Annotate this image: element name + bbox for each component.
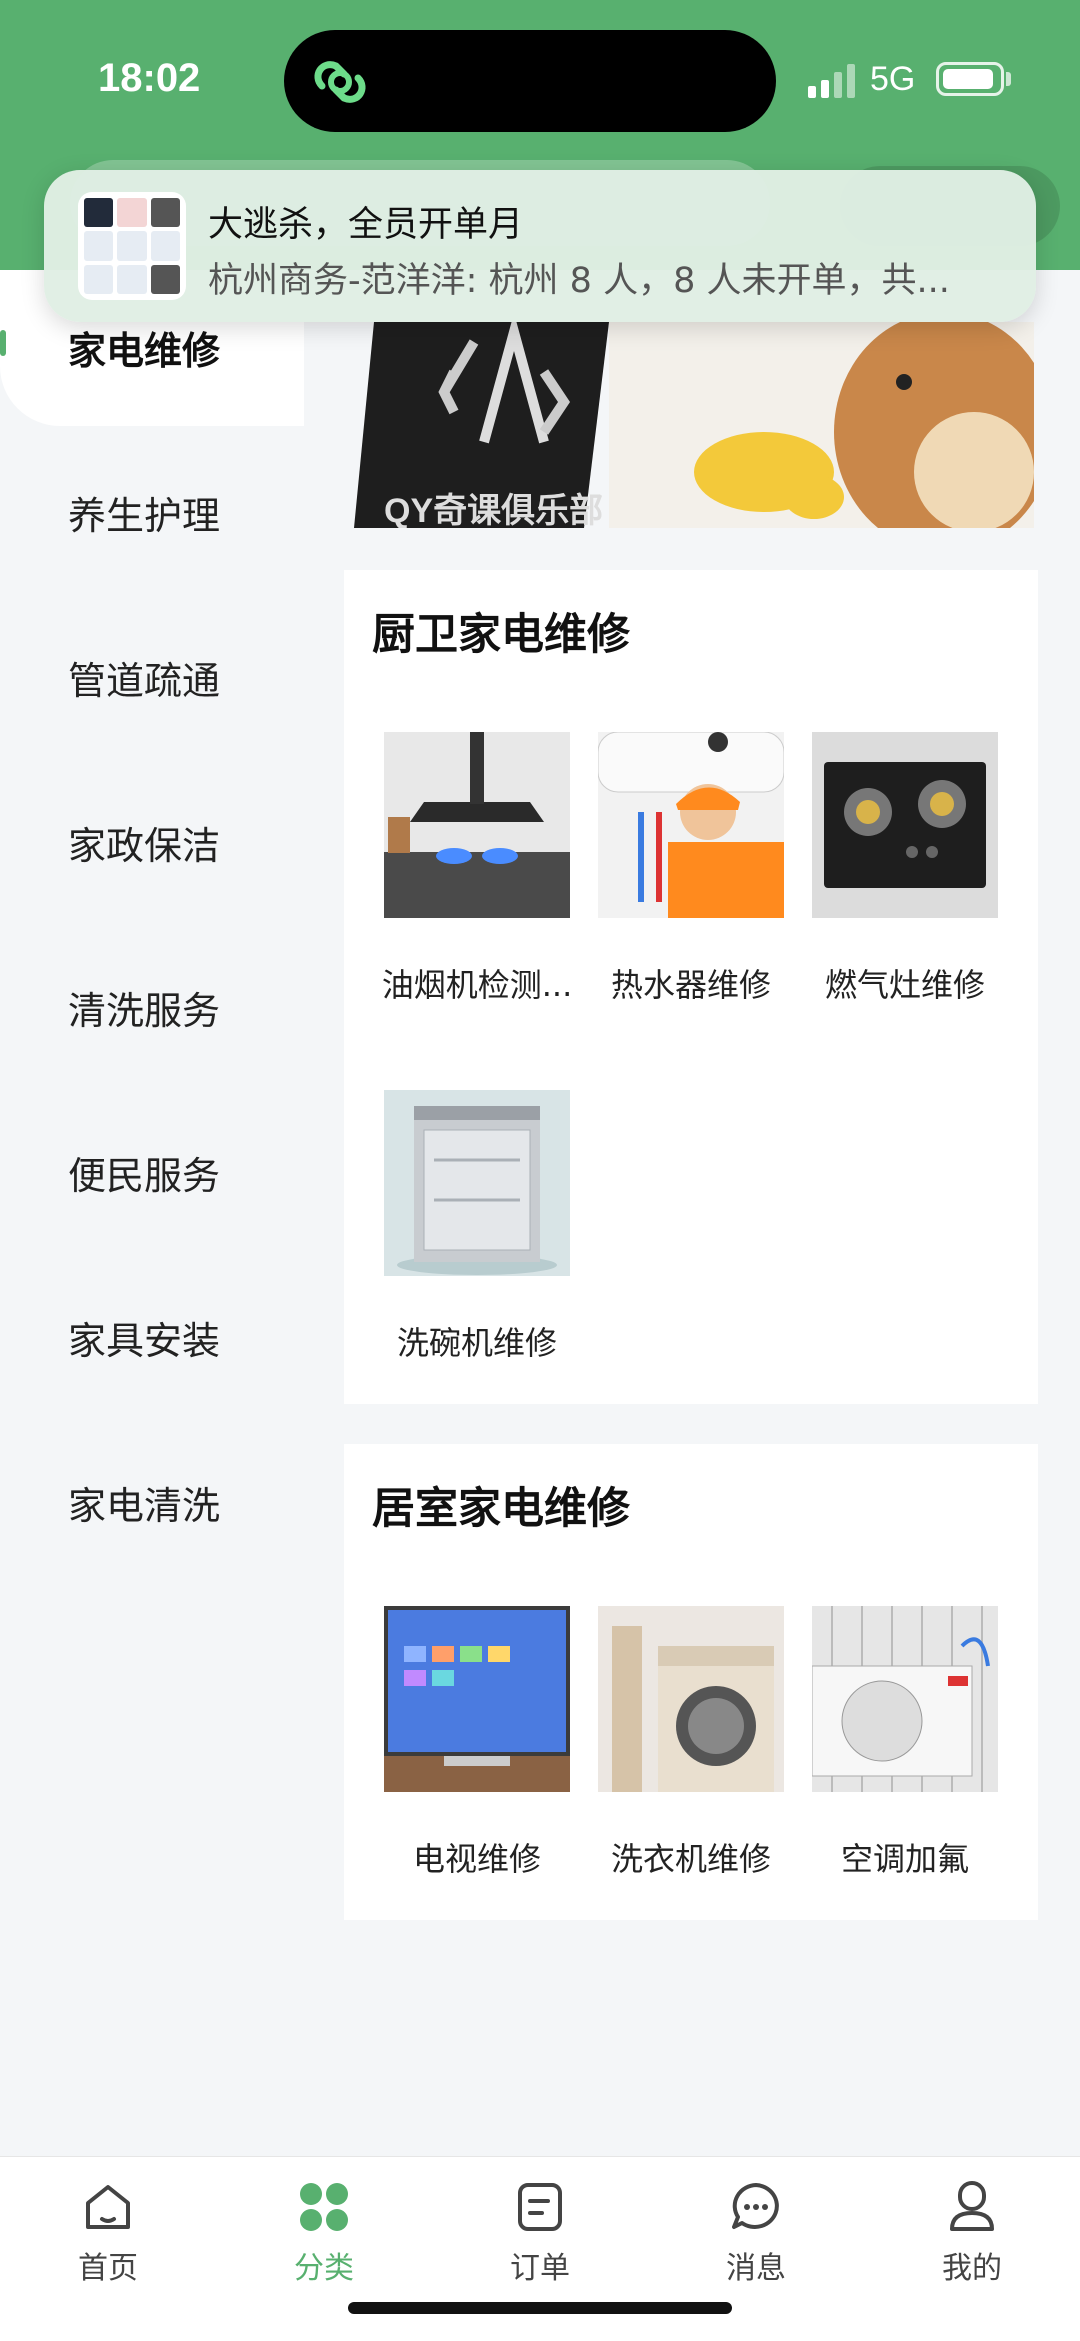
battery-cap — [1006, 72, 1011, 86]
notification-body: 杭州商务-范洋洋: 杭州 8 人，8 人未开单，共... — [208, 261, 950, 301]
sidebar-item-convenience-service[interactable]: 便民服务 — [68, 1145, 220, 1200]
service-item-gas-stove[interactable]: 燃气灶维修 — [812, 732, 998, 1004]
tv-image — [384, 1606, 570, 1792]
promo-banner[interactable]: QY奇课俱乐部 — [344, 322, 1034, 528]
service-item-range-hood[interactable]: 油烟机检测... — [382, 732, 572, 1004]
profile-icon — [950, 2181, 994, 2231]
battery-icon — [936, 62, 1004, 96]
notification-app-icon — [78, 192, 186, 300]
range-hood-image — [384, 732, 570, 918]
sidebar-item-cleaning-service[interactable]: 清洗服务 — [68, 980, 220, 1035]
tab-category[interactable]: 分类 — [259, 2179, 389, 2287]
section-title: 厨卫家电维修 — [372, 610, 630, 660]
tab-messages[interactable]: 消息 — [691, 2179, 821, 2287]
notification-title: 大逃杀，全员开单月 — [208, 205, 524, 245]
service-item-washing-machine[interactable]: 洗衣机维修 — [598, 1606, 784, 1878]
banner-logo-text: QY奇课俱乐部 — [384, 492, 603, 528]
status-time: 18:02 — [98, 56, 201, 100]
home-indicator[interactable] — [348, 2302, 732, 2314]
tab-home[interactable]: 首页 — [43, 2179, 173, 2287]
tab-orders[interactable]: 订单 — [475, 2179, 605, 2287]
sidebar-item-appliance-cleaning[interactable]: 家电清洗 — [68, 1475, 220, 1530]
category-icon — [300, 2183, 348, 2231]
tab-label: 订单 — [510, 2251, 570, 2286]
banner-image: QY奇课俱乐部 — [344, 322, 1034, 528]
dishwasher-image — [384, 1090, 570, 1276]
network-type: 5G — [870, 60, 916, 98]
sidebar-item-furniture-install[interactable]: 家具安装 — [68, 1310, 220, 1365]
service-item-water-heater[interactable]: 热水器维修 — [598, 732, 784, 1004]
service-item-air-conditioner[interactable]: 空调加氟 — [812, 1606, 998, 1878]
service-label: 热水器维修 — [610, 966, 771, 1004]
section-kitchen-bath-repair: 厨卫家电维修 油烟机检测... 热水器维修 燃气灶维修 洗碗机维修 — [344, 570, 1038, 1404]
push-notification[interactable]: 大逃杀，全员开单月 杭州商务-范洋洋: 杭州 8 人，8 人未开单，共... — [44, 170, 1036, 322]
dynamic-island — [284, 30, 776, 132]
order-icon — [518, 2183, 562, 2231]
sidebar-item-health-care[interactable]: 养生护理 — [68, 485, 220, 540]
section-home-appliance-repair: 居室家电维修 电视维修 洗衣机维修 空调加氟 — [344, 1444, 1038, 1920]
tab-profile[interactable]: 我的 — [907, 2179, 1037, 2287]
service-label: 电视维修 — [412, 1840, 541, 1878]
tab-label: 我的 — [942, 2251, 1002, 2286]
service-label: 空调加氟 — [840, 1840, 969, 1878]
sidebar-item-appliance-repair[interactable]: 家电维修 — [68, 320, 220, 375]
tab-label: 消息 — [726, 2251, 786, 2286]
sidebar-item-housekeeping[interactable]: 家政保洁 — [68, 815, 220, 870]
section-title: 居室家电维修 — [372, 1484, 630, 1534]
category-sidebar: 家电维修 养生护理 管道疏通 家政保洁 清洗服务 便民服务 家具安装 家电清洗 — [0, 270, 304, 2150]
tab-label: 分类 — [294, 2251, 354, 2286]
service-label: 油烟机检测... — [381, 966, 573, 1004]
tab-label: 首页 — [78, 2251, 138, 2286]
gas-stove-image — [812, 732, 998, 918]
washing-machine-image — [598, 1606, 784, 1792]
water-heater-image — [598, 732, 784, 918]
cellular-signal-icon — [808, 64, 855, 98]
service-label: 洗衣机维修 — [610, 1840, 771, 1878]
app-link-icon — [314, 61, 366, 103]
sidebar-item-pipe-dredging[interactable]: 管道疏通 — [68, 650, 220, 705]
service-label: 燃气灶维修 — [824, 966, 985, 1004]
air-conditioner-image — [812, 1606, 998, 1792]
message-icon — [732, 2183, 779, 2229]
service-label: 洗碗机维修 — [396, 1324, 557, 1362]
service-item-tv[interactable]: 电视维修 — [384, 1606, 570, 1878]
home-icon — [86, 2185, 130, 2229]
service-item-dishwasher[interactable]: 洗碗机维修 — [384, 1090, 570, 1362]
